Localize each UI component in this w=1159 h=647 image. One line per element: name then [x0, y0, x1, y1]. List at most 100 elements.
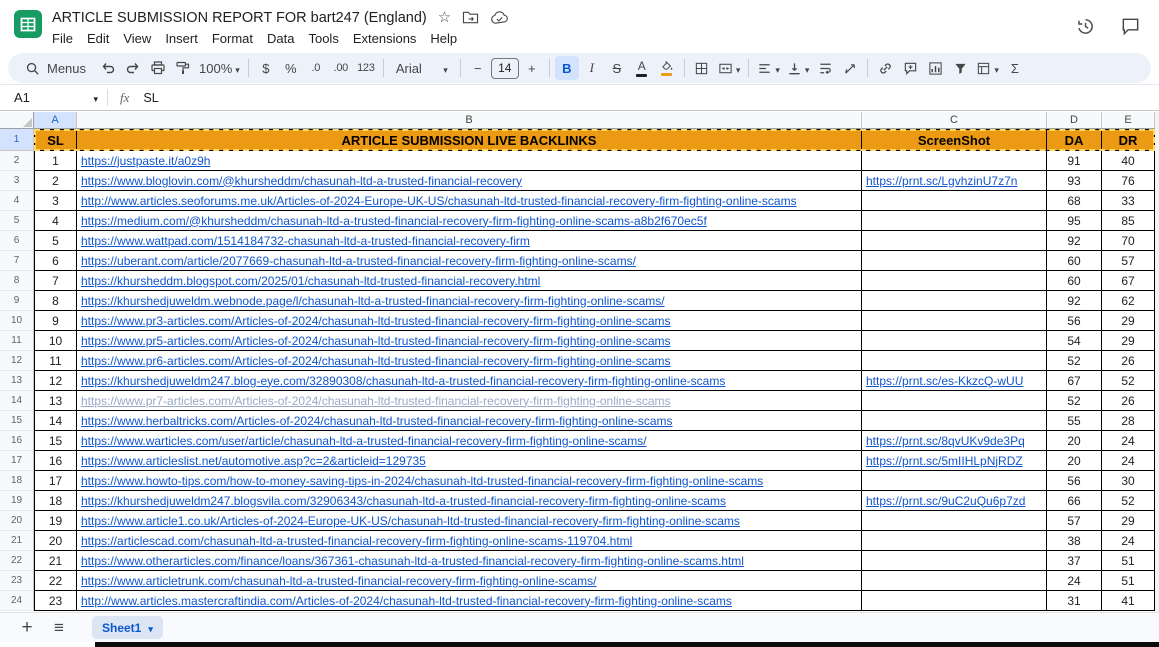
cell-screenshot-10[interactable]	[862, 311, 1047, 331]
cell-backlink-url-6[interactable]: https://www.wattpad.com/1514184732-chasu…	[77, 231, 862, 251]
cell-dr-14[interactable]: 26	[1102, 391, 1155, 411]
percent-format-button[interactable]: %	[279, 56, 303, 80]
cell-da-17[interactable]: 20	[1047, 451, 1102, 471]
cell-screenshot-9[interactable]	[862, 291, 1047, 311]
row-number-17[interactable]: 17	[0, 451, 34, 471]
cell-dr-19[interactable]: 52	[1102, 491, 1155, 511]
cell-a2[interactable]: 1	[34, 151, 77, 171]
cell-screenshot-22[interactable]	[862, 551, 1047, 571]
cell-a9[interactable]: 8	[34, 291, 77, 311]
all-sheets-button[interactable]	[46, 615, 72, 641]
cell-backlink-url-21[interactable]: https://articlescad.com/chasunah-ltd-a-t…	[77, 531, 862, 551]
cell-screenshot-2[interactable]	[862, 151, 1047, 171]
cell-da-4[interactable]: 68	[1047, 191, 1102, 211]
column-header-e[interactable]: E	[1102, 112, 1155, 129]
header-cell-sl[interactable]: SL	[34, 129, 77, 151]
document-title[interactable]: ARTICLE SUBMISSION REPORT FOR bart247 (E…	[52, 10, 427, 26]
cell-dr-11[interactable]: 29	[1102, 331, 1155, 351]
cell-screenshot-13[interactable]: https://prnt.sc/es-KkzcQ-wUU	[862, 371, 1047, 391]
cell-da-5[interactable]: 95	[1047, 211, 1102, 231]
strikethrough-button[interactable]: S	[605, 56, 629, 80]
cell-dr-12[interactable]: 26	[1102, 351, 1155, 371]
cell-screenshot-20[interactable]	[862, 511, 1047, 531]
cell-da-20[interactable]: 57	[1047, 511, 1102, 531]
row-number-1[interactable]: 1	[0, 129, 34, 151]
cell-screenshot-7[interactable]	[862, 251, 1047, 271]
cell-name-box[interactable]: A1	[0, 90, 107, 105]
cell-da-11[interactable]: 54	[1047, 331, 1102, 351]
cell-screenshot-19[interactable]: https://prnt.sc/9uC2uQu6p7zd	[862, 491, 1047, 511]
decrease-decimal-button[interactable]: .0	[304, 56, 328, 80]
cell-a15[interactable]: 14	[34, 411, 77, 431]
cell-backlink-url-5[interactable]: https://medium.com/@khursheddm/chasunah-…	[77, 211, 862, 231]
row-number-20[interactable]: 20	[0, 511, 34, 531]
column-header-a[interactable]: A	[34, 112, 77, 129]
paint-format-button[interactable]	[171, 56, 195, 80]
cell-da-13[interactable]: 67	[1047, 371, 1102, 391]
cell-a5[interactable]: 4	[34, 211, 77, 231]
vertical-scrollbar[interactable]	[1155, 112, 1159, 612]
cell-screenshot-16[interactable]: https://prnt.sc/8qvUKv9de3Pq	[862, 431, 1047, 451]
cell-dr-6[interactable]: 70	[1102, 231, 1155, 251]
select-all-corner[interactable]	[0, 112, 34, 129]
cell-backlink-url-14[interactable]: https://www.pr7-articles.com/Articles-of…	[77, 391, 862, 411]
row-number-12[interactable]: 12	[0, 351, 34, 371]
cell-screenshot-23[interactable]	[862, 571, 1047, 591]
cell-screenshot-6[interactable]	[862, 231, 1047, 251]
column-header-c[interactable]: C	[862, 112, 1047, 129]
cell-da-19[interactable]: 66	[1047, 491, 1102, 511]
cell-a14[interactable]: 13	[34, 391, 77, 411]
header-cell-dr[interactable]: DR	[1102, 129, 1155, 151]
row-number-5[interactable]: 5	[0, 211, 34, 231]
cell-dr-24[interactable]: 41	[1102, 591, 1155, 611]
text-rotation-button[interactable]	[838, 56, 862, 80]
cell-backlink-url-17[interactable]: https://www.articleslist.net/automotive.…	[77, 451, 862, 471]
row-number-4[interactable]: 4	[0, 191, 34, 211]
cell-backlink-url-4[interactable]: http://www.articles.seoforums.me.uk/Arti…	[77, 191, 862, 211]
cell-a11[interactable]: 10	[34, 331, 77, 351]
cell-dr-3[interactable]: 76	[1102, 171, 1155, 191]
fill-color-button[interactable]	[655, 56, 679, 80]
cell-da-9[interactable]: 92	[1047, 291, 1102, 311]
row-number-14[interactable]: 14	[0, 391, 34, 411]
column-header-d[interactable]: D	[1047, 112, 1102, 129]
cell-dr-7[interactable]: 57	[1102, 251, 1155, 271]
cell-a20[interactable]: 19	[34, 511, 77, 531]
cell-screenshot-14[interactable]	[862, 391, 1047, 411]
cell-dr-4[interactable]: 33	[1102, 191, 1155, 211]
cell-screenshot-5[interactable]	[862, 211, 1047, 231]
cell-dr-20[interactable]: 29	[1102, 511, 1155, 531]
decrease-font-size-button[interactable]: −	[466, 56, 490, 80]
cell-da-3[interactable]: 93	[1047, 171, 1102, 191]
row-number-19[interactable]: 19	[0, 491, 34, 511]
zoom-select[interactable]: 100%	[196, 56, 243, 80]
undo-button[interactable]	[96, 56, 120, 80]
cell-screenshot-24[interactable]	[862, 591, 1047, 611]
cell-dr-5[interactable]: 85	[1102, 211, 1155, 231]
column-header-b[interactable]: B	[77, 112, 862, 129]
cell-dr-8[interactable]: 67	[1102, 271, 1155, 291]
menu-edit[interactable]: Edit	[80, 30, 116, 47]
header-cell-backlinks[interactable]: ARTICLE SUBMISSION LIVE BACKLINKS	[77, 129, 862, 151]
cell-screenshot-3[interactable]: https://prnt.sc/LgvhzinU7z7n	[862, 171, 1047, 191]
cell-backlink-url-9[interactable]: https://khurshedjuweldm.webnode.page/l/c…	[77, 291, 862, 311]
cell-screenshot-17[interactable]: https://prnt.sc/5mIIHLpNjRDZ	[862, 451, 1047, 471]
cell-a16[interactable]: 15	[34, 431, 77, 451]
cell-a3[interactable]: 2	[34, 171, 77, 191]
insert-link-button[interactable]	[873, 56, 897, 80]
increase-font-size-button[interactable]: +	[520, 56, 544, 80]
cell-dr-10[interactable]: 29	[1102, 311, 1155, 331]
horizontal-align-button[interactable]	[754, 56, 783, 80]
cell-dr-17[interactable]: 24	[1102, 451, 1155, 471]
menu-tools[interactable]: Tools	[301, 30, 345, 47]
cell-backlink-url-15[interactable]: https://www.herbaltricks.com/Articles-of…	[77, 411, 862, 431]
borders-button[interactable]	[690, 56, 714, 80]
menu-help[interactable]: Help	[423, 30, 464, 47]
text-color-button[interactable]: A	[630, 56, 654, 80]
row-number-9[interactable]: 9	[0, 291, 34, 311]
cell-da-18[interactable]: 56	[1047, 471, 1102, 491]
cell-backlink-url-11[interactable]: https://www.pr5-articles.com/Articles-of…	[77, 331, 862, 351]
cell-dr-23[interactable]: 51	[1102, 571, 1155, 591]
menu-view[interactable]: View	[116, 30, 158, 47]
cell-da-21[interactable]: 38	[1047, 531, 1102, 551]
